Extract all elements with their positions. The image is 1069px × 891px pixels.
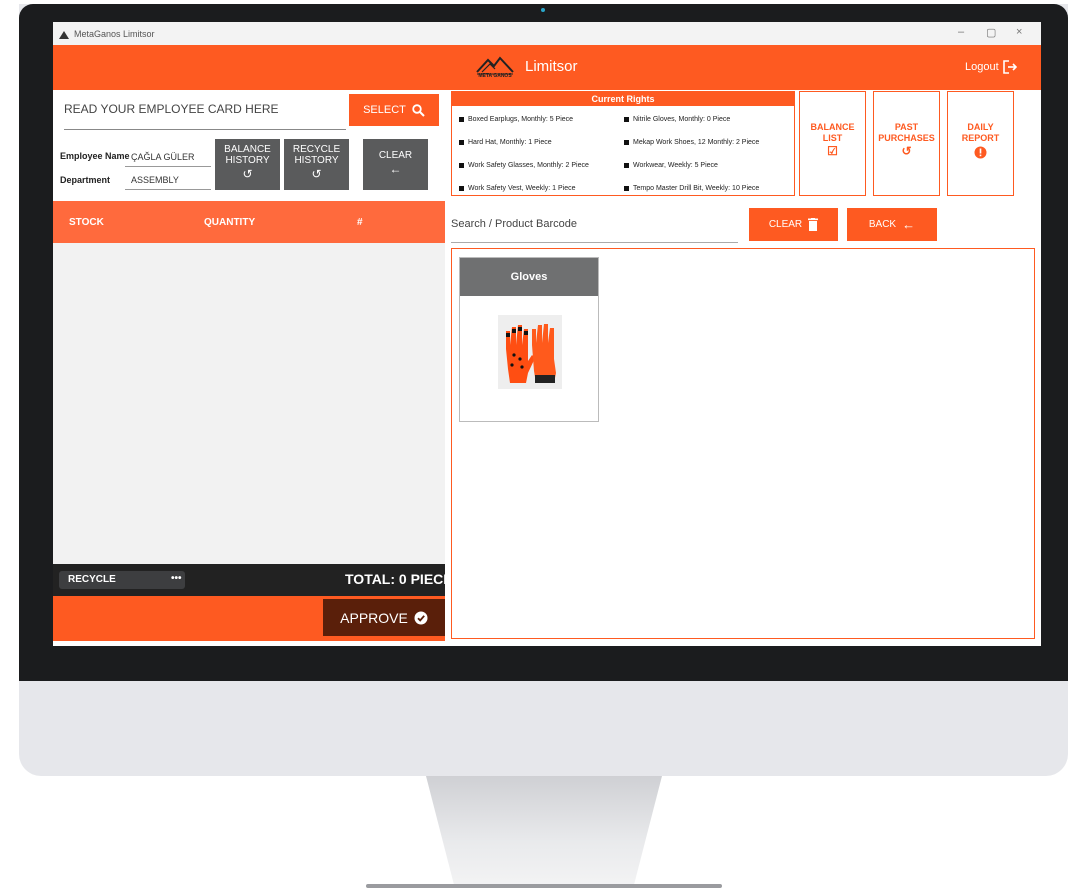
recycle-label: RECYCLE <box>68 574 116 585</box>
employee-name-value: ÇAĞLA GÜLER <box>131 152 195 162</box>
approve-label: APPROVE <box>340 609 408 626</box>
recycle-history-button[interactable]: RECYCLE HISTORY ↺ <box>284 139 349 190</box>
balance-history-button[interactable]: BALANCE HISTORY ↺ <box>215 139 280 190</box>
balance-list-tile[interactable]: BALANCE LIST ☑ <box>799 91 866 196</box>
logout-button[interactable]: Logout <box>965 60 1017 74</box>
search-underline <box>451 242 738 243</box>
department-underline <box>125 189 211 190</box>
back-button[interactable]: BACK ← <box>847 208 937 241</box>
clear-search-label: CLEAR <box>768 219 803 230</box>
history-icon: ↺ <box>242 167 253 181</box>
current-rights-title: Current Rights <box>452 92 794 106</box>
select-label: SELECT <box>363 104 406 116</box>
recycle-history-line1: RECYCLE <box>292 144 341 155</box>
logout-label: Logout <box>965 61 999 73</box>
more-icon[interactable]: ••• <box>171 573 182 584</box>
app-title: Limitsor <box>525 58 578 75</box>
right-item: Mekap Work Shoes, 12 Monthly: 2 Piece <box>624 139 759 146</box>
name-underline <box>125 166 211 167</box>
product-search-input[interactable]: Search / Product Barcode <box>451 218 577 230</box>
logo-text: META GANOS <box>478 73 512 79</box>
close-button[interactable]: × <box>1016 26 1022 38</box>
select-button[interactable]: SELECT <box>349 94 439 126</box>
alert-icon <box>948 146 1013 159</box>
camera-dot <box>541 8 545 12</box>
balance-list-line2: LIST <box>822 133 843 143</box>
department-value: ASSEMBLY <box>131 175 179 185</box>
right-item: Tempo Master Drill Bit, Weekly: 10 Piece <box>624 185 759 192</box>
right-item: Boxed Earplugs, Monthly: 5 Piece <box>459 116 573 123</box>
search-icon <box>412 103 425 117</box>
window-title: MetaGanos Limitsor <box>74 28 155 39</box>
approve-button[interactable]: APPROVE <box>323 599 445 636</box>
employee-card-prompt[interactable]: READ YOUR EMPLOYEE CARD HERE <box>64 102 279 116</box>
back-label: BACK <box>868 219 897 230</box>
right-item: Work Safety Vest, Weekly: 1 Piece <box>459 185 576 192</box>
clear-employee-button[interactable]: CLEAR ← <box>363 139 428 190</box>
past-purchases-line2: PURCHASES <box>878 133 935 143</box>
app-window: MetaGanos Limitsor – ▢ × META GANOS Limi… <box>53 22 1041 646</box>
current-rights-panel: Current Rights Boxed Earplugs, Monthly: … <box>451 91 795 196</box>
product-card[interactable]: Gloves <box>459 257 599 422</box>
monitor-stand-base <box>366 884 722 888</box>
right-item: Workwear, Weekly: 5 Piece <box>624 162 718 169</box>
title-bar: MetaGanos Limitsor – ▢ × <box>53 22 1041 45</box>
past-purchases-tile[interactable]: PAST PURCHASES ↺ <box>873 91 940 196</box>
card-input-underline <box>64 129 346 130</box>
maximize-button[interactable]: ▢ <box>986 26 996 39</box>
past-purchases-line1: PAST <box>894 122 919 132</box>
clear-employee-label: CLEAR <box>378 150 413 161</box>
stock-list <box>53 243 445 564</box>
column-hash: # <box>357 217 363 228</box>
clear-search-button[interactable]: CLEAR <box>749 208 838 241</box>
monitor-stand <box>426 776 662 886</box>
check-circle-icon <box>414 611 428 624</box>
product-name: Gloves <box>460 258 598 296</box>
daily-report-line1: DAILY <box>967 122 994 132</box>
minimize-button[interactable]: – <box>958 26 964 38</box>
balance-history-line2: HISTORY <box>225 155 270 166</box>
recycle-button[interactable]: RECYCLE ••• <box>59 571 185 589</box>
recycle-history-line2: HISTORY <box>294 155 339 166</box>
arrow-left-icon: ← <box>389 162 402 176</box>
balance-history-line1: BALANCE <box>224 144 271 155</box>
app-logo-icon <box>58 28 70 40</box>
checklist-icon: ☑ <box>827 144 838 158</box>
logout-icon <box>1002 60 1017 74</box>
app-header: META GANOS Limitsor Logout <box>53 45 1041 90</box>
daily-report-line2: REPORT <box>961 133 1000 143</box>
total-label: TOTAL: 0 PIECE <box>345 571 453 587</box>
history-icon: ↺ <box>311 167 322 181</box>
department-label: Department <box>60 175 111 185</box>
trash-icon <box>808 218 819 231</box>
balance-list-line1: BALANCE <box>810 122 855 132</box>
history-icon: ↺ <box>901 144 912 158</box>
product-grid: Gloves <box>451 248 1035 639</box>
employee-name-label: Employee Name <box>60 151 130 161</box>
arrow-left-icon: ← <box>902 217 916 232</box>
right-item: Work Safety Glasses, Monthly: 2 Piece <box>459 162 589 169</box>
column-stock: STOCK <box>69 217 104 228</box>
daily-report-tile[interactable]: DAILY REPORT <box>947 91 1014 196</box>
gloves-image <box>498 315 562 389</box>
right-item: Hard Hat, Monthly: 1 Piece <box>459 139 552 146</box>
stock-table-header: STOCK QUANTITY # <box>53 201 445 243</box>
right-item: Nitrile Gloves, Monthly: 0 Piece <box>624 116 730 123</box>
column-quantity: QUANTITY <box>204 217 256 228</box>
